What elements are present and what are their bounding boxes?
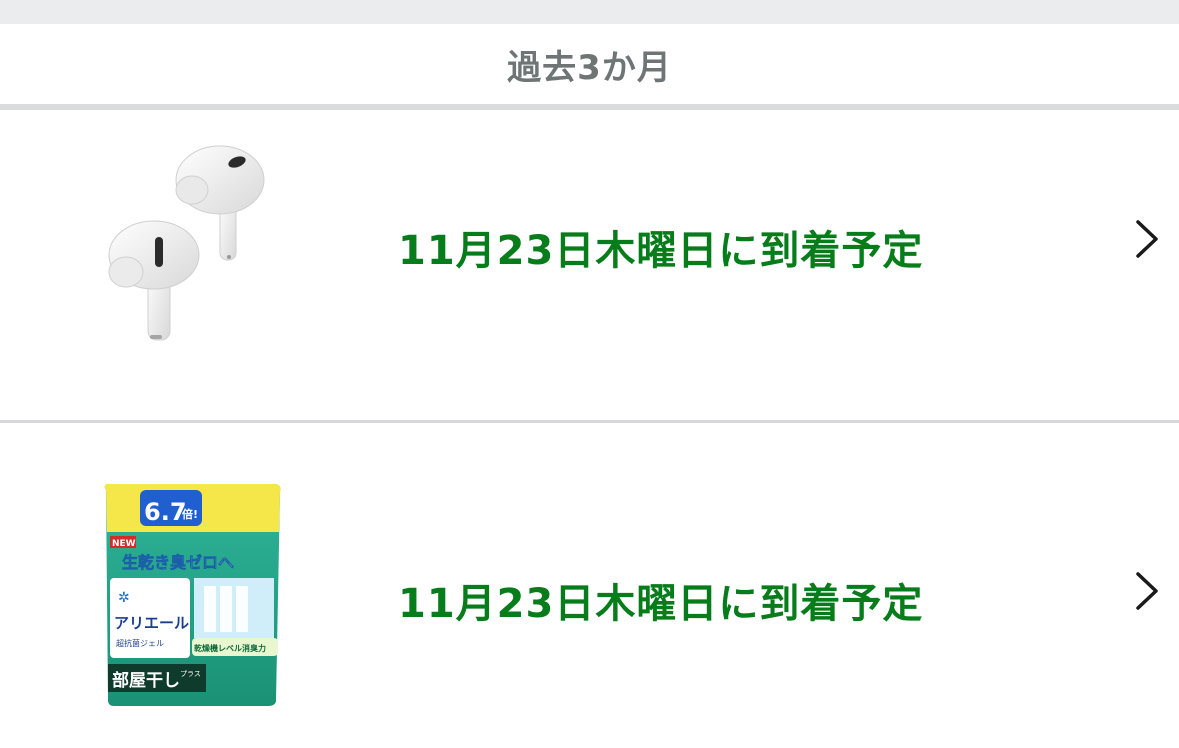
package-feature: 乾燥機レベル消臭力: [194, 643, 266, 653]
section-title: 過去3か月: [507, 47, 672, 88]
package-variant-suffix: プラス: [180, 670, 201, 678]
top-band: [0, 0, 1179, 24]
chevron-right-icon[interactable]: [1128, 216, 1164, 262]
swirl-icon: ✲: [118, 590, 130, 606]
package-subbrand: 超抗菌ジェル: [116, 638, 164, 648]
detergent-package-image: 6.7 倍! NEW 生乾き臭ゼロへ ✲ アリエール 超抗菌ジェル 乾燥機レベル…: [104, 484, 281, 706]
order-row[interactable]: 11月23日木曜日に到着予定: [0, 110, 1179, 420]
section-header: 過去3か月: [0, 24, 1179, 104]
badge-value: 6.7: [144, 498, 187, 526]
earbuds-image: [108, 145, 265, 341]
delivery-status: 11月23日木曜日に到着予定: [398, 228, 924, 274]
orders-page: 過去3か月 11月23日木曜日に到着予定 6.7 倍! NEW 生乾き臭ゼロへ …: [0, 0, 1179, 748]
new-label: NEW: [112, 539, 136, 549]
chevron-right-icon[interactable]: [1128, 568, 1164, 614]
order-row[interactable]: 6.7 倍! NEW 生乾き臭ゼロへ ✲ アリエール 超抗菌ジェル 乾燥機レベル…: [0, 423, 1179, 748]
package-brand: アリエール: [114, 614, 189, 632]
package-tagline: 生乾き臭ゼロへ: [122, 553, 234, 572]
badge-suffix: 倍!: [182, 507, 198, 521]
package-variant: 部屋干し: [112, 670, 180, 691]
delivery-status: 11月23日木曜日に到着予定: [398, 581, 924, 627]
